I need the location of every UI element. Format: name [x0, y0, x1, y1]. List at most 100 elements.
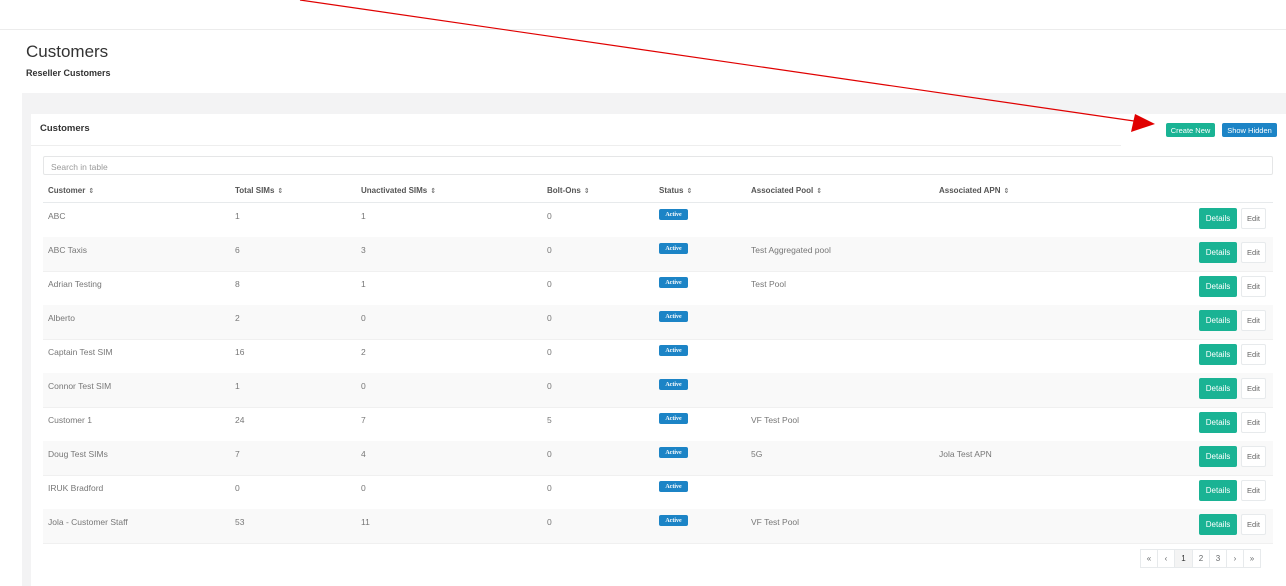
table-header: Customer ⇕ Total SIMs ⇕ Unactivated SIMs ⇕ …: [43, 180, 1273, 203]
bolt-ons-cell: 0: [547, 449, 552, 459]
status-badge: Active: [659, 413, 688, 424]
edit-button[interactable]: Edit: [1241, 514, 1266, 535]
status-badge: Active: [659, 209, 688, 220]
details-button[interactable]: Details: [1199, 480, 1237, 501]
table-row: ABC Taxis 6 3 0 Active Test Aggregated p…: [43, 237, 1273, 272]
unactivated-sims-cell: 4: [361, 449, 366, 459]
details-button[interactable]: Details: [1199, 276, 1237, 297]
associated-pool-cell: 5G: [751, 449, 763, 459]
table-row: Captain Test SIM 16 2 0 Active Details E…: [43, 339, 1273, 374]
details-button[interactable]: Details: [1199, 514, 1237, 535]
table-row: Adrian Testing 8 1 0 Active Test Pool De…: [43, 271, 1273, 306]
unactivated-sims-cell: 7: [361, 415, 366, 425]
page-1-button[interactable]: 1: [1174, 549, 1193, 568]
total-sims-cell: 24: [235, 415, 245, 425]
status-badge: Active: [659, 277, 688, 288]
associated-pool-cell: VF Test Pool: [751, 517, 800, 527]
status-badge: Active: [659, 243, 688, 254]
unactivated-sims-cell: 0: [361, 313, 366, 323]
unactivated-sims-cell: 0: [361, 483, 366, 493]
details-button[interactable]: Details: [1199, 344, 1237, 365]
top-navbar: [0, 0, 1286, 30]
unactivated-sims-cell: 1: [361, 211, 366, 221]
edit-button[interactable]: Edit: [1241, 310, 1266, 331]
table-row: Customer 1 24 7 5 Active VF Test Pool De…: [43, 407, 1273, 442]
sort-icon: ⇕: [1003, 188, 1010, 195]
pagination: « ‹ 1 2 3 › »: [1140, 549, 1261, 568]
bolt-ons-cell: 0: [547, 347, 552, 357]
edit-button[interactable]: Edit: [1241, 446, 1266, 467]
bolt-ons-cell: 0: [547, 483, 552, 493]
sort-icon: ⇕: [277, 188, 284, 195]
page-title: Customers: [26, 42, 109, 61]
page-3-button[interactable]: 3: [1209, 549, 1227, 568]
table-row: ABC 1 1 0 Active Details Edit: [43, 203, 1273, 238]
customer-cell: Alberto: [48, 313, 75, 323]
status-badge: Active: [659, 379, 688, 390]
total-sims-cell: 0: [235, 483, 240, 493]
unactivated-sims-cell: 1: [361, 279, 366, 289]
table-row: IRUK Bradford 0 0 0 Active Details Edit: [43, 475, 1273, 510]
sort-icon: ⇕: [88, 188, 95, 195]
column-header-bolt-ons[interactable]: Bolt-Ons ⇕: [547, 186, 590, 195]
customer-cell: Connor Test SIM: [48, 381, 112, 391]
create-new-button[interactable]: Create New: [1166, 123, 1215, 137]
bolt-ons-cell: 0: [547, 245, 552, 255]
edit-button[interactable]: Edit: [1241, 276, 1266, 297]
first-page-button[interactable]: «: [1140, 549, 1158, 568]
status-badge: Active: [659, 515, 688, 526]
bolt-ons-cell: 0: [547, 279, 552, 289]
customer-cell: Customer 1: [48, 415, 92, 425]
bolt-ons-cell: 0: [547, 211, 552, 221]
column-header-associated-apn[interactable]: Associated APN ⇕: [939, 186, 1009, 195]
prev-page-button[interactable]: ‹: [1157, 549, 1175, 568]
table-row: Jola - Customer Staff 53 11 0 Active VF …: [43, 509, 1273, 544]
table-row: Connor Test SIM 1 0 0 Active Details Edi…: [43, 373, 1273, 408]
customer-cell: Adrian Testing: [48, 279, 102, 289]
total-sims-cell: 2: [235, 313, 240, 323]
customer-cell: Captain Test SIM: [48, 347, 113, 357]
column-header-status[interactable]: Status ⇕: [659, 186, 692, 195]
details-button[interactable]: Details: [1199, 412, 1237, 433]
column-header-unactivated-sims[interactable]: Unactivated SIMs ⇕: [361, 186, 436, 195]
total-sims-cell: 1: [235, 381, 240, 391]
unactivated-sims-cell: 0: [361, 381, 366, 391]
column-header-customer[interactable]: Customer ⇕: [48, 186, 94, 195]
sort-icon: ⇕: [686, 188, 693, 195]
associated-pool-cell: Test Aggregated pool: [751, 245, 831, 255]
page-2-button[interactable]: 2: [1192, 549, 1210, 568]
edit-button[interactable]: Edit: [1241, 208, 1266, 229]
details-button[interactable]: Details: [1199, 446, 1237, 467]
unactivated-sims-cell: 3: [361, 245, 366, 255]
show-hidden-button[interactable]: Show Hidden: [1222, 123, 1277, 137]
next-page-button[interactable]: ›: [1226, 549, 1244, 568]
edit-button[interactable]: Edit: [1241, 242, 1266, 263]
details-button[interactable]: Details: [1199, 378, 1237, 399]
panel-title: Customers: [40, 123, 90, 134]
sort-icon: ⇕: [583, 188, 590, 195]
last-page-button[interactable]: »: [1243, 549, 1261, 568]
search-input[interactable]: [44, 158, 1272, 176]
customer-cell: Jola - Customer Staff: [48, 517, 128, 527]
status-badge: Active: [659, 481, 688, 492]
bolt-ons-cell: 0: [547, 517, 552, 527]
edit-button[interactable]: Edit: [1241, 480, 1266, 501]
details-button[interactable]: Details: [1199, 242, 1237, 263]
edit-button[interactable]: Edit: [1241, 412, 1266, 433]
edit-button[interactable]: Edit: [1241, 378, 1266, 399]
column-header-associated-pool[interactable]: Associated Pool ⇕: [751, 186, 822, 195]
customer-cell: ABC: [48, 211, 66, 221]
bolt-ons-cell: 5: [547, 415, 552, 425]
bolt-ons-cell: 0: [547, 313, 552, 323]
total-sims-cell: 53: [235, 517, 245, 527]
details-button[interactable]: Details: [1199, 208, 1237, 229]
search-box: [43, 156, 1273, 176]
associated-pool-cell: Test Pool: [751, 279, 786, 289]
status-badge: Active: [659, 345, 688, 356]
details-button[interactable]: Details: [1199, 310, 1237, 331]
column-header-total-sims[interactable]: Total SIMs ⇕: [235, 186, 283, 195]
edit-button[interactable]: Edit: [1241, 344, 1266, 365]
bolt-ons-cell: 0: [547, 381, 552, 391]
associated-pool-cell: VF Test Pool: [751, 415, 800, 425]
unactivated-sims-cell: 11: [361, 517, 370, 527]
